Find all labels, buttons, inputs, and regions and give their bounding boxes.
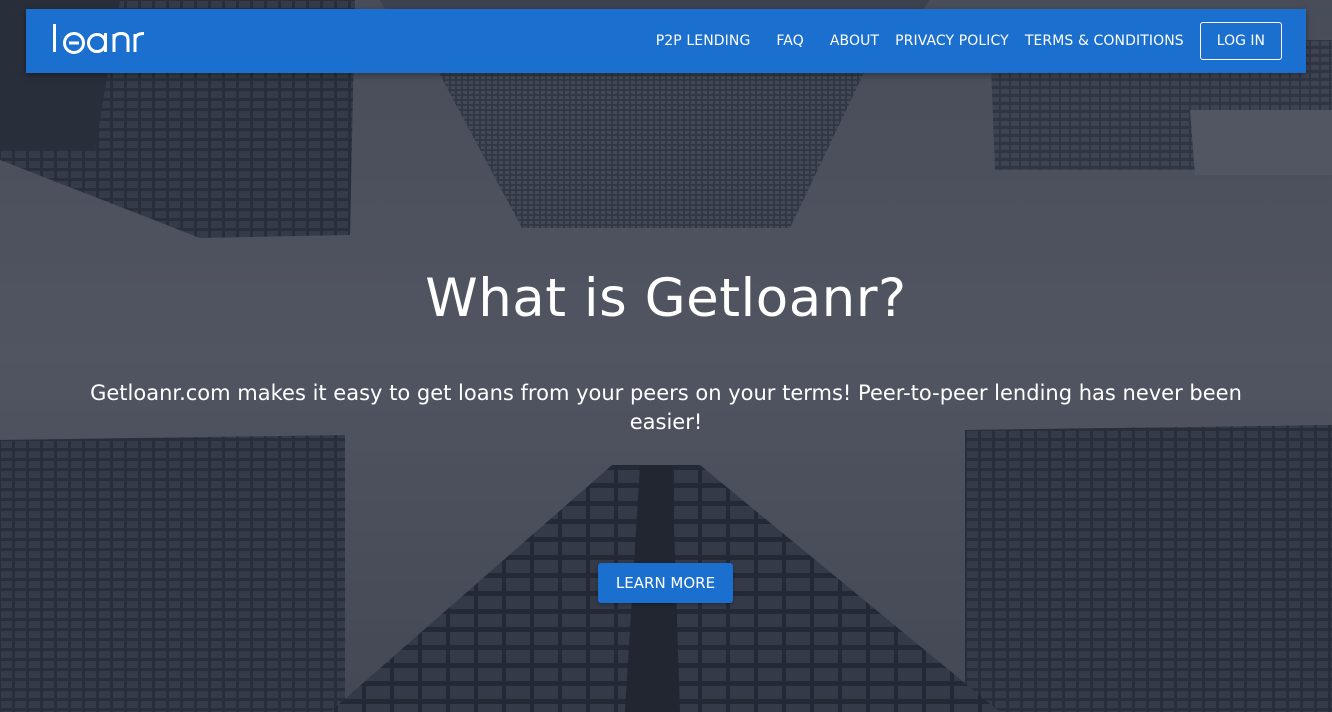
nav-link-p2p-lending[interactable]: P2P LENDING [656,33,751,49]
nav-link-privacy-policy[interactable]: PRIVACY POLICY [895,33,1009,49]
logo-graphic [53,24,145,54]
landing-page: P2P LENDING FAQ ABOUT PRIVACY POLICY TER… [0,0,1332,712]
learn-more-button[interactable]: LEARN MORE [598,563,733,603]
nav-link-about[interactable]: ABOUT [830,33,879,49]
hero-title: What is Getloanr? [425,268,907,329]
nav-menu: P2P LENDING FAQ ABOUT PRIVACY POLICY TER… [656,9,1282,73]
nav-link-faq[interactable]: FAQ [776,33,803,49]
nav-link-terms-conditions[interactable]: TERMS & CONDITIONS [1025,33,1184,49]
login-button[interactable]: LOG IN [1199,22,1282,60]
hero-subtitle: Getloanr.com makes it easy to get loans … [90,381,1242,434]
top-navbar: P2P LENDING FAQ ABOUT PRIVACY POLICY TER… [26,9,1306,73]
loanr-logo-icon[interactable] [52,17,148,61]
background-overlay [0,0,1332,712]
